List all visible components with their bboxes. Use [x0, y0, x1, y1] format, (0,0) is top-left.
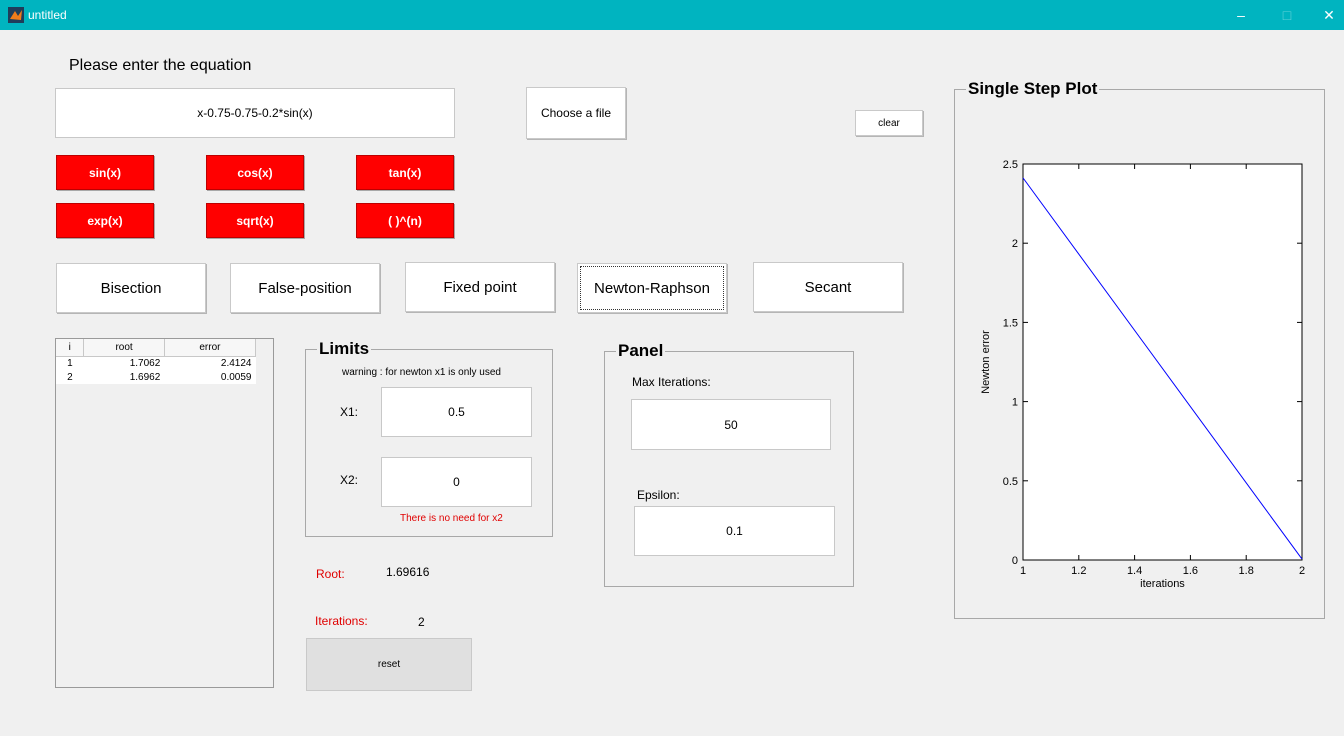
newton-raphson-button[interactable]: Newton-Raphson	[577, 263, 727, 313]
y-tick-label: 0.5	[1003, 476, 1018, 488]
cell-root: 1.7062	[83, 356, 165, 370]
x2-input[interactable]: 0	[381, 457, 532, 507]
equation-input[interactable]: x-0.75-0.75-0.2*sin(x)	[55, 88, 455, 138]
maximize-button[interactable]: □	[1272, 4, 1302, 26]
col-header-root: root	[83, 339, 165, 357]
y-tick-label: 0	[1012, 555, 1018, 567]
root-value: 1.69616	[386, 565, 430, 579]
bisection-button[interactable]: Bisection	[56, 263, 206, 313]
cell-error: 2.4124	[164, 356, 256, 370]
cos-button[interactable]: cos(x)	[206, 155, 304, 190]
sqrt-button[interactable]: sqrt(x)	[206, 203, 304, 238]
tan-button[interactable]: tan(x)	[356, 155, 454, 190]
newton-warning: warning : for newton x1 is only used	[342, 367, 501, 378]
y-axis-label: Newton error	[980, 330, 992, 394]
col-header-error: error	[164, 339, 257, 357]
matlab-app-icon	[8, 7, 24, 23]
max-iterations-label: Max Iterations:	[632, 375, 711, 389]
y-tick-label: 1	[1012, 397, 1018, 409]
power-button[interactable]: ( )^(n)	[356, 203, 454, 238]
y-tick-label: 2.5	[1003, 159, 1018, 171]
x1-label: X1:	[340, 405, 359, 419]
x-tick-label: 1	[1020, 565, 1026, 577]
x2-note: There is no need for x2	[400, 513, 503, 524]
x-axis-label: iterations	[1140, 578, 1185, 590]
iterations-label: Iterations:	[315, 614, 368, 628]
table-row[interactable]: 1 1.7062 2.4124	[56, 356, 256, 370]
clear-button[interactable]: clear	[855, 110, 923, 136]
results-grid: i root error 1 1.7062 2.4124 2 1.6962 0.…	[56, 339, 257, 384]
x-tick-label: 1.8	[1239, 565, 1254, 577]
iterations-value: 2	[418, 615, 425, 629]
secant-button[interactable]: Secant	[753, 262, 903, 312]
y-tick-label: 2	[1012, 238, 1018, 250]
x2-label: X2:	[340, 473, 359, 487]
x-tick-label: 1.4	[1127, 565, 1142, 577]
y-tick-label: 1.5	[1003, 317, 1018, 329]
cell-root: 1.6962	[83, 370, 165, 384]
choose-file-button[interactable]: Choose a file	[526, 87, 626, 139]
root-label: Root:	[316, 567, 345, 581]
epsilon-input[interactable]: 0.1	[634, 506, 835, 556]
x-tick-label: 1.2	[1071, 565, 1086, 577]
cell-i: 2	[56, 370, 84, 384]
x-tick-label: 2	[1299, 565, 1305, 577]
minimize-button[interactable]: –	[1226, 4, 1256, 26]
title-bar: untitled – □ ✕	[0, 0, 1344, 30]
results-table[interactable]: i root error 1 1.7062 2.4124 2 1.6962 0.…	[55, 338, 274, 688]
exp-button[interactable]: exp(x)	[56, 203, 154, 238]
x-tick-label: 1.6	[1183, 565, 1198, 577]
limits-title: Limits	[317, 339, 372, 359]
col-header-i: i	[56, 339, 85, 357]
cell-error: 0.0059	[164, 370, 256, 384]
cell-i: 1	[56, 356, 84, 370]
plot-area	[1022, 163, 1303, 561]
fixed-point-button[interactable]: Fixed point	[405, 262, 555, 312]
reset-button[interactable]: reset	[306, 638, 472, 691]
x1-input[interactable]: 0.5	[381, 387, 532, 437]
panel-title: Panel	[616, 341, 666, 361]
max-iterations-input[interactable]: 50	[631, 399, 831, 450]
sin-button[interactable]: sin(x)	[56, 155, 154, 190]
window-title: untitled	[28, 8, 67, 22]
plot-panel-title: Single Step Plot	[966, 79, 1100, 99]
epsilon-label: Epsilon:	[637, 488, 680, 502]
error-plot: 1 1.2 1.4 1.6 1.8 2 0 0.5 1 1.5 2 2.5 iterations Ne…	[980, 159, 1305, 590]
equation-prompt: Please enter the equation	[69, 57, 252, 74]
close-button[interactable]: ✕	[1314, 4, 1344, 26]
table-row[interactable]: 2 1.6962 0.0059	[56, 370, 256, 384]
false-position-button[interactable]: False-position	[230, 263, 380, 313]
